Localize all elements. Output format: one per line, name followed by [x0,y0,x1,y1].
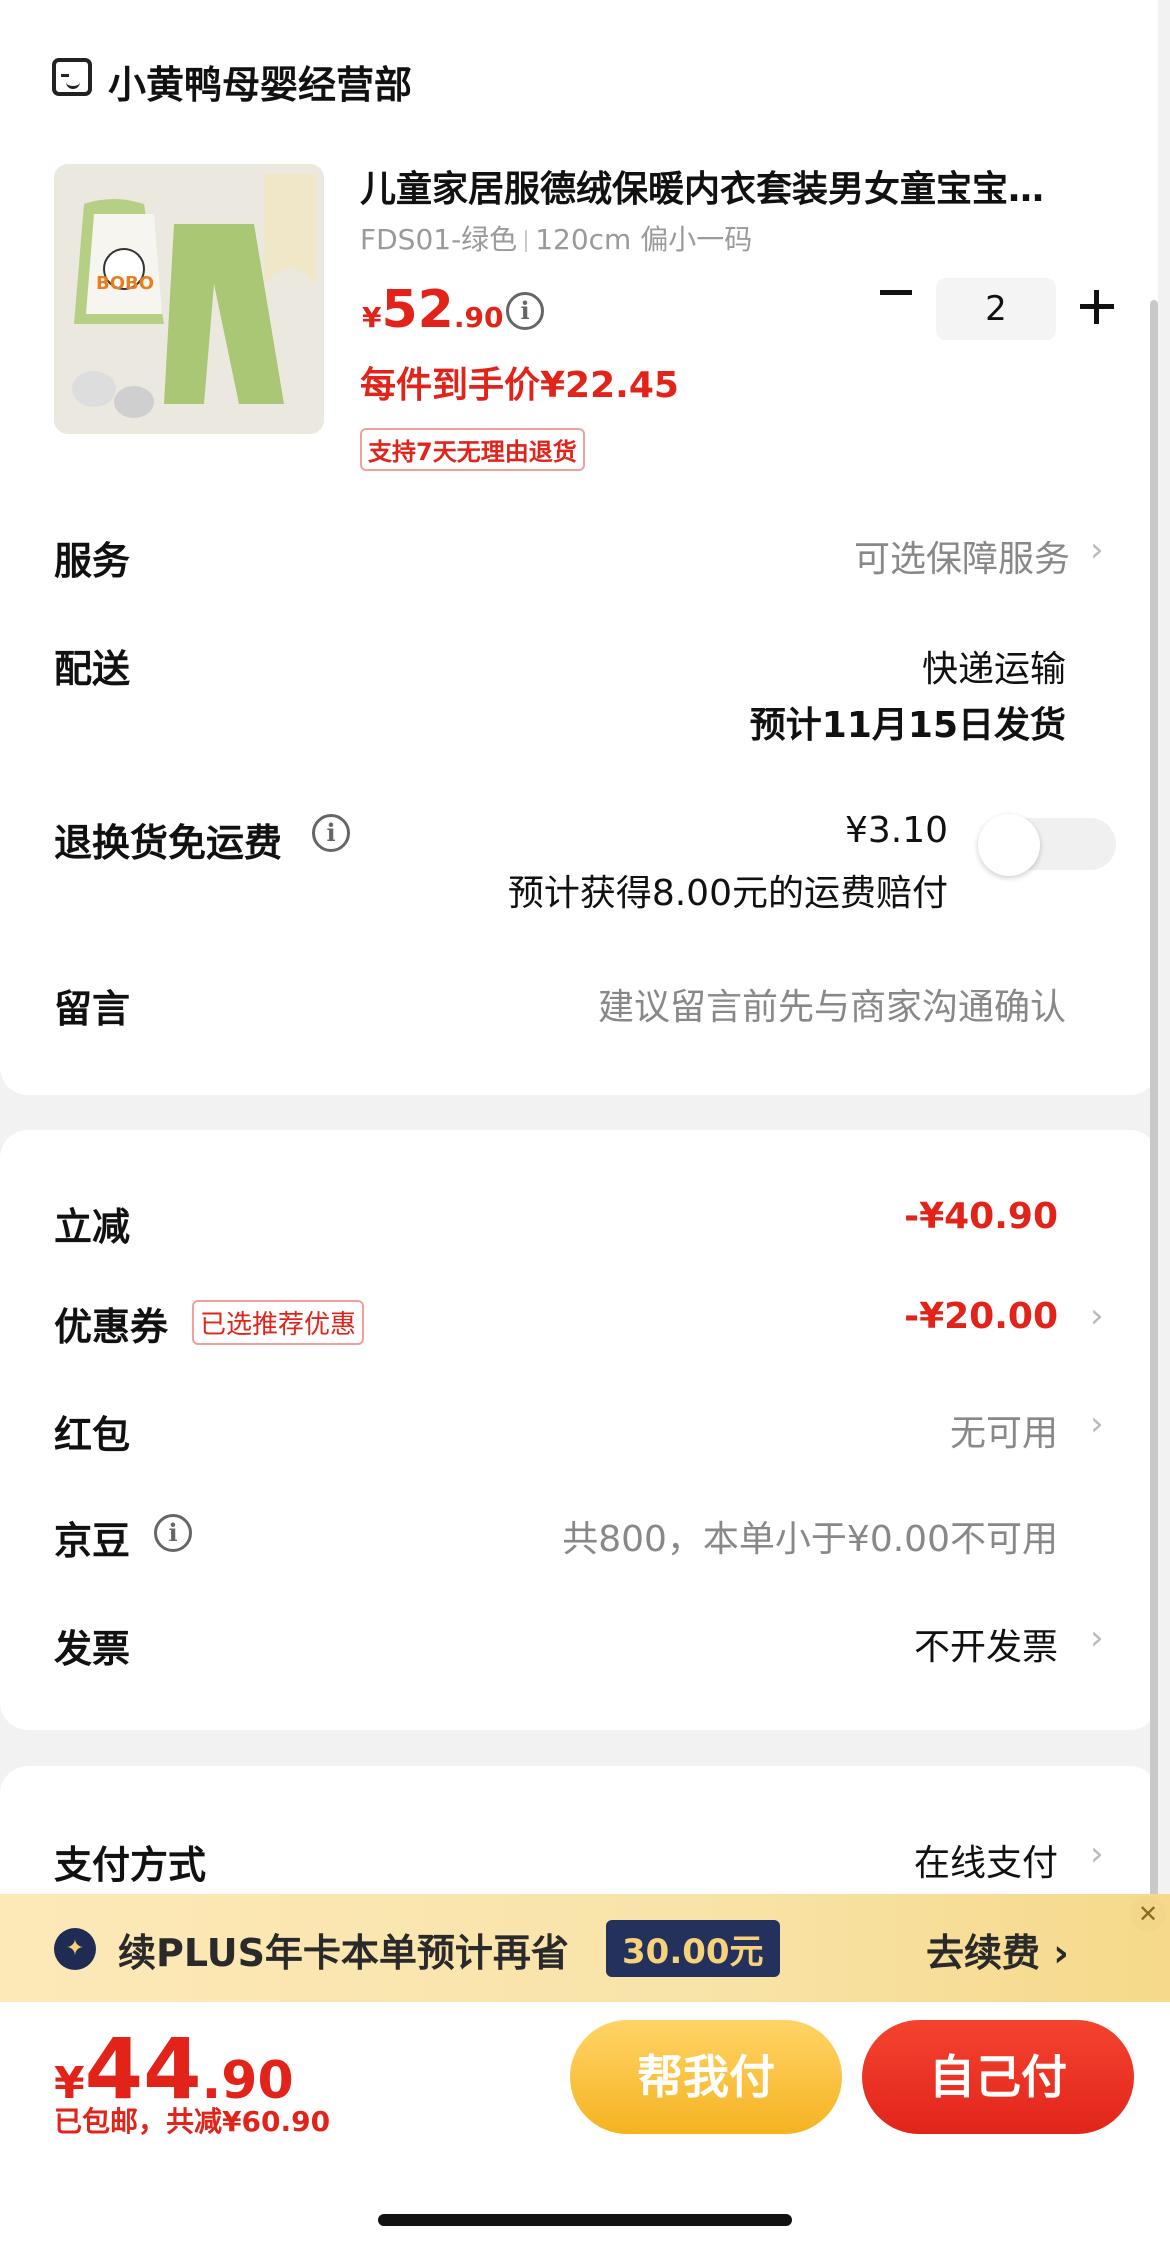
instant-discount-label: 立减 [54,1205,131,1249]
coupon-label: 优惠券 [54,1305,169,1349]
unit-price: ¥52.90 [362,280,503,340]
scrollbar[interactable] [1150,300,1158,1900]
invoice-value[interactable]: 不开发票 [914,1618,1058,1670]
jdbean-info-icon[interactable]: i [154,1514,192,1552]
redpacket-label: 红包 [54,1413,131,1457]
freight-note: 预计获得8.00元的运费赔付 [507,873,948,914]
jdbean-label: 京豆 [54,1519,131,1563]
instant-discount-value: -¥40.90 [904,1196,1058,1237]
redpacket-value[interactable]: 无可用 [950,1404,1058,1456]
message-label: 留言 [54,987,131,1031]
freight-insurance-toggle[interactable] [978,814,1116,876]
product-title[interactable]: 儿童家居服德绒保暖内衣套装男女童宝宝… [360,160,1120,212]
close-icon[interactable]: ✕ [1130,1896,1166,1932]
toggle-knob [978,814,1040,876]
message-input[interactable]: 建议留言前先与商家沟通确认 [598,978,1066,1030]
service-value[interactable]: 可选保障服务 [854,530,1070,582]
price-integer: 52 [381,280,454,340]
each-price: 每件到手价¥22.45 [360,365,679,406]
quantity-decrease-button[interactable] [880,290,912,295]
spec-code: FDS01-绿色 [360,223,518,256]
chevron-right-icon[interactable]: › [1090,1834,1104,1874]
quantity-increase-button[interactable] [1080,290,1114,324]
product-spec[interactable]: FDS01-绿色 120cm 偏小一码 [360,218,752,258]
return-badge: 支持7天无理由退货 [360,428,585,471]
freight-price: ¥3.10 [844,810,948,851]
svg-text:BOBO: BOBO [96,273,154,294]
payment-method-value[interactable]: 在线支付 [914,1834,1058,1886]
payment-method-label: 支付方式 [54,1843,207,1887]
spec-divider [525,230,528,252]
shop-name[interactable]: 小黄鸭母婴经营部 [108,54,412,109]
delivery-label: 配送 [54,647,131,691]
freight-insurance-label: 退换货免运费 [54,821,283,865]
delivery-date: 预计11月15日发货 [749,705,1066,746]
invoice-label: 发票 [54,1627,131,1671]
plus-logo-icon: ✦ [54,1928,96,1970]
help-pay-button[interactable]: 帮我付 [570,2020,842,2134]
coupon-value[interactable]: -¥20.00 [904,1296,1058,1337]
chevron-right-icon[interactable]: › [1090,1296,1104,1336]
service-label: 服务 [54,539,131,583]
chevron-right-icon[interactable]: › [1090,530,1104,570]
home-indicator[interactable] [378,2214,792,2226]
jdbean-value: 共800，本单小于¥0.00不可用 [562,1519,1058,1560]
total-summary: 已包邮，共减¥60.90 [54,2105,331,2138]
freight-info-icon[interactable]: i [312,814,350,852]
self-pay-button[interactable]: 自己付 [862,2020,1134,2134]
price-info-icon[interactable]: i [506,292,544,330]
plus-renew-link[interactable]: 去续费 › [926,1922,1069,1977]
plus-saving-amount: 30.00元 [606,1920,780,1977]
delivery-method[interactable]: 快递运输 [922,640,1066,692]
quantity-input[interactable]: 2 [936,278,1056,340]
price-currency: ¥ [362,301,382,334]
chevron-right-icon[interactable]: › [1090,1404,1104,1444]
plus-promo-text: 续PLUS年卡本单预计再省 [118,1931,569,1975]
chevron-right-icon[interactable]: › [1090,1618,1104,1658]
price-decimal: .90 [453,301,504,334]
store-icon [52,58,92,96]
product-thumbnail[interactable]: BOBO [54,164,324,434]
spec-size: 120cm 偏小一码 [535,223,753,256]
coupon-badge: 已选推荐优惠 [192,1300,365,1345]
